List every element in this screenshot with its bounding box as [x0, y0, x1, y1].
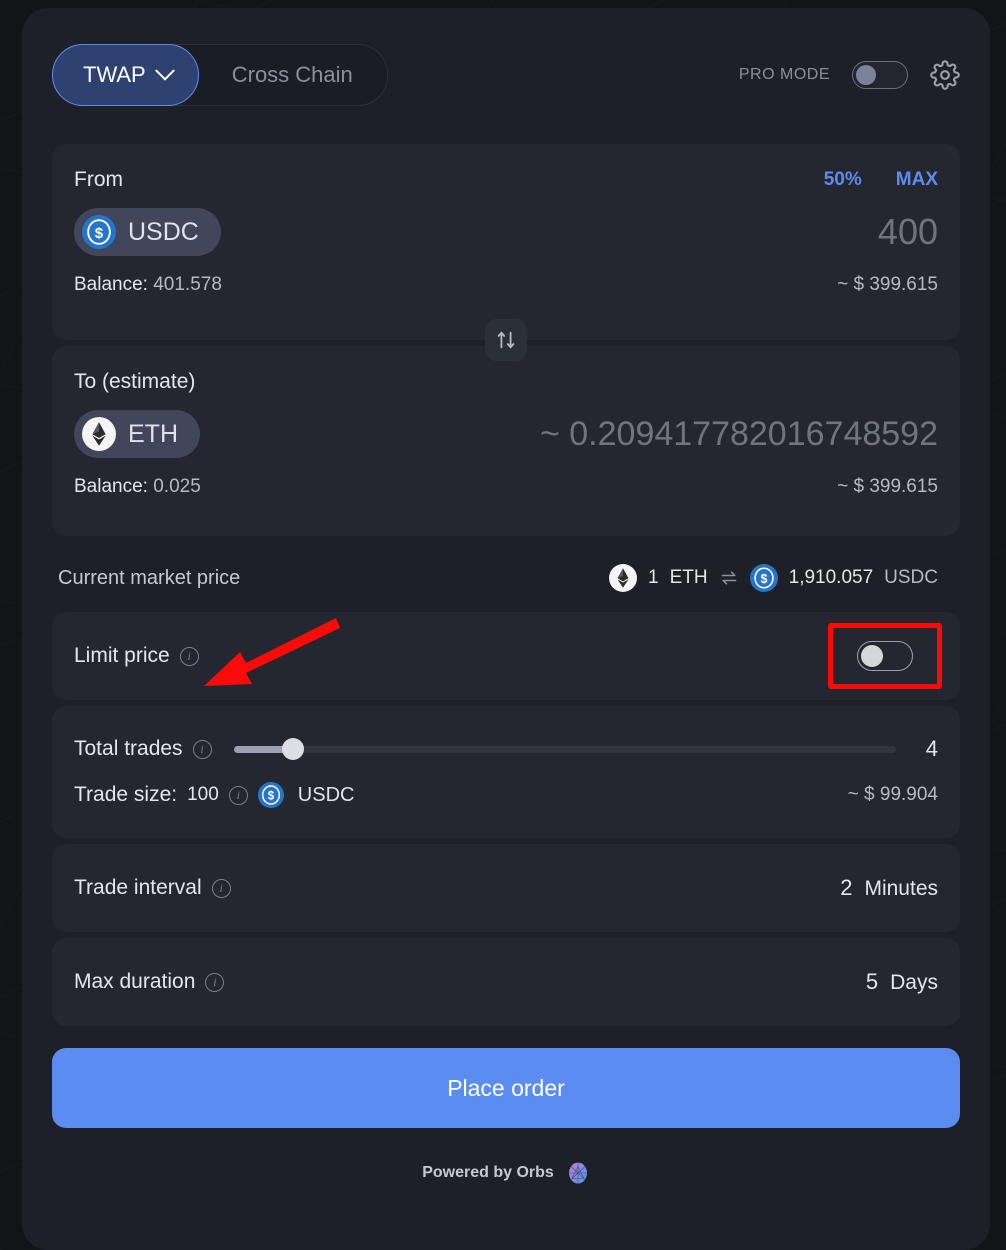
usdc-coin-icon: $ — [749, 564, 778, 592]
tab-cross-chain[interactable]: Cross Chain — [198, 45, 387, 105]
total-trades-info-icon[interactable]: i — [192, 739, 212, 759]
svg-text:$: $ — [95, 225, 104, 242]
trade-interval-label: Trade interval — [74, 876, 202, 899]
from-label: From — [74, 168, 123, 191]
to-balance: Balance: 0.025 — [74, 476, 201, 498]
svg-text:$: $ — [760, 572, 767, 586]
to-token-row: ETH ~ 0.209417782016748592 — [74, 410, 938, 458]
trade-interval-value[interactable]: 2 — [840, 875, 852, 901]
to-label: To (estimate) — [74, 370, 196, 393]
footer: Powered by Orbs — [52, 1160, 960, 1186]
market-quote-amount: 1,910.057 — [788, 567, 874, 588]
to-panel-footer: Balance: 0.025 ~ $ 399.615 — [74, 476, 938, 498]
to-balance-label: Balance: — [74, 476, 148, 497]
max-duration-info-icon[interactable]: i — [205, 972, 225, 992]
twap-swap-card: TWAP Cross Chain PRO MODE From 50% MAX $… — [22, 8, 990, 1250]
powered-by-label: Powered by Orbs — [422, 1164, 554, 1181]
to-token-selector[interactable]: ETH — [74, 410, 200, 458]
ethereum-coin-icon — [609, 564, 638, 592]
trade-size-value[interactable]: 100 — [187, 784, 219, 806]
from-token-symbol: USDC — [128, 217, 199, 246]
slider-track — [233, 745, 896, 753]
trade-size-left: Trade size: 100 i $ USDC — [74, 782, 354, 808]
limit-price-toggle-knob — [861, 645, 883, 667]
max-duration-label-group: Max duration i — [74, 970, 225, 994]
max-duration-unit[interactable]: Days — [890, 971, 938, 995]
limit-price-toggle[interactable] — [857, 641, 913, 671]
header-controls: PRO MODE — [739, 60, 960, 90]
swap-vertical-arrows-icon — [497, 331, 515, 349]
from-panel-header: From 50% MAX — [74, 168, 938, 192]
pro-mode-toggle-knob — [856, 65, 876, 85]
limit-price-row: Limit price i — [52, 612, 960, 700]
slider-thumb[interactable] — [282, 738, 305, 760]
ethereum-coin-icon — [82, 417, 116, 451]
from-token-row: $ USDC 400 — [74, 208, 938, 256]
total-trades-card: Total trades i 4 Trade size: 100 i $ USD… — [52, 706, 960, 838]
trade-size-row: Trade size: 100 i $ USDC ~ $ 99.904 — [74, 782, 938, 808]
trade-interval-value-group: 2 Minutes — [840, 875, 938, 901]
from-balance: Balance: 401.578 — [74, 274, 222, 296]
pro-mode-toggle[interactable] — [852, 61, 908, 89]
trade-interval-info-icon[interactable]: i — [211, 878, 231, 898]
to-token-symbol: ETH — [128, 419, 178, 448]
from-quick-actions: 50% MAX — [824, 169, 938, 191]
limit-price-label-group: Limit price i — [74, 644, 199, 668]
to-usd-value: ~ $ 399.615 — [837, 476, 938, 497]
to-panel: To (estimate) ETH ~ 0.209417782016748592 — [52, 346, 960, 536]
chevron-down-icon[interactable] — [154, 60, 175, 81]
max-duration-label: Max duration — [74, 970, 196, 993]
trade-size-token: USDC — [297, 783, 355, 806]
tab-twap-label: TWAP — [83, 62, 146, 87]
total-trades-value: 4 — [925, 736, 938, 761]
market-base-amount: 1 — [648, 567, 659, 588]
place-order-button[interactable]: Place order — [52, 1048, 960, 1128]
orbs-logo-icon — [568, 1162, 587, 1184]
pro-mode-label: PRO MODE — [738, 66, 830, 83]
trade-size-info-icon[interactable]: i — [228, 785, 248, 805]
max-amount-button[interactable]: MAX — [896, 169, 938, 191]
market-price-value[interactable]: 1 ETH $ 1,910.057 USDC — [609, 564, 938, 592]
market-base-symbol: ETH — [669, 567, 708, 588]
to-amount-output: ~ 0.209417782016748592 — [539, 414, 938, 453]
limit-price-label: Limit price — [74, 644, 170, 667]
market-price-label: Current market price — [58, 566, 241, 589]
half-amount-button[interactable]: 50% — [824, 169, 862, 191]
limit-price-info-icon[interactable]: i — [179, 646, 199, 666]
current-market-price-row: Current market price 1 ETH $ 1,910.057 U… — [52, 542, 960, 612]
gear-icon[interactable] — [930, 60, 960, 90]
tab-twap[interactable]: TWAP — [52, 44, 199, 106]
market-quote-symbol: USDC — [884, 567, 938, 588]
from-token-selector[interactable]: $ USDC — [74, 208, 221, 256]
svg-text:$: $ — [268, 791, 275, 803]
from-panel-footer: Balance: 401.578 ~ $ 399.615 — [74, 274, 938, 296]
max-duration-value-group: 5 Days — [866, 969, 938, 995]
total-trades-label-group: Total trades i — [74, 737, 212, 761]
card-header: TWAP Cross Chain PRO MODE — [22, 8, 990, 106]
total-trades-label: Total trades — [74, 737, 183, 760]
total-trades-row: Total trades i 4 — [74, 736, 938, 762]
mode-switch-group: TWAP Cross Chain — [52, 44, 388, 106]
total-trades-slider[interactable] — [233, 738, 896, 760]
from-panel: From 50% MAX $ USDC 400 Balance: 401.578… — [52, 144, 960, 340]
usdc-coin-icon: $ — [82, 215, 116, 249]
from-amount-input[interactable]: 400 — [878, 211, 938, 253]
trade-interval-row: Trade interval i 2 Minutes — [52, 844, 960, 932]
swap-horizontal-arrows-icon[interactable] — [719, 568, 739, 588]
from-usd-value: ~ $ 399.615 — [837, 274, 938, 295]
trade-interval-unit[interactable]: Minutes — [864, 877, 938, 901]
trade-size-label: Trade size: — [74, 783, 178, 806]
trade-size-usd-value: ~ $ 99.904 — [847, 784, 938, 805]
usdc-coin-icon: $ — [257, 782, 284, 808]
swap-direction-button[interactable] — [485, 319, 527, 361]
from-balance-label: Balance: — [74, 274, 148, 295]
max-duration-value[interactable]: 5 — [866, 969, 878, 995]
max-duration-row: Max duration i 5 Days — [52, 938, 960, 1026]
limit-price-toggle-highlight — [828, 623, 942, 689]
from-balance-value: 401.578 — [153, 274, 222, 295]
trade-interval-label-group: Trade interval i — [74, 876, 231, 900]
to-balance-value: 0.025 — [153, 476, 201, 497]
to-panel-header: To (estimate) — [74, 370, 938, 394]
